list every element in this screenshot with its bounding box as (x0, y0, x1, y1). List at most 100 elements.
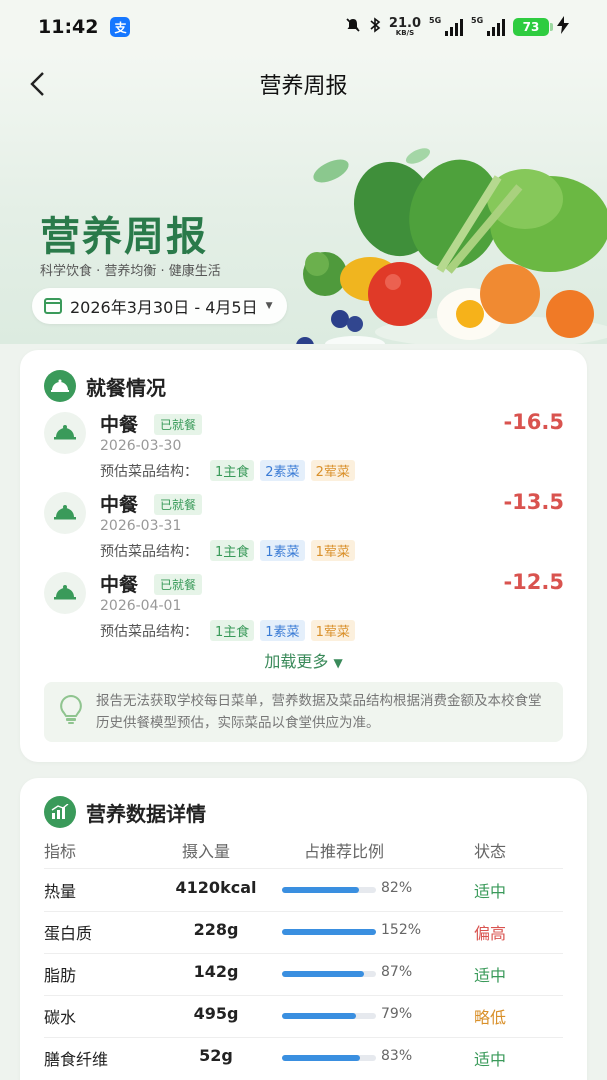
vegetable-tag: 2素菜 (260, 460, 305, 481)
lightbulb-icon (58, 694, 84, 733)
divider (44, 995, 563, 996)
header-ratio: 占推荐比例 (304, 842, 385, 861)
nutrition-card-header: 营养数据详情 (44, 796, 206, 828)
hero-title: 营养周报 (40, 214, 208, 260)
nutrient-intake: 142g (193, 962, 239, 981)
nutrient-name: 热量 (44, 882, 77, 901)
load-more-button[interactable]: 加载更多 ▼ (20, 648, 587, 672)
calendar-icon (44, 298, 62, 314)
meal-date: 2026-03-30 (100, 438, 182, 454)
mute-icon (345, 17, 361, 37)
ratio-progress-fill (282, 929, 376, 935)
ratio-progress-bar (282, 971, 376, 977)
ratio-progress-bar (282, 1013, 376, 1019)
meal-name: 中餐 (100, 494, 139, 516)
nutrient-intake: 4120kcal (175, 878, 257, 897)
nutrient-intake: 228g (193, 920, 239, 939)
table-row: 热量 4120kcal 82% 适中 (44, 878, 563, 920)
vegetables-illustration (296, 159, 607, 344)
caret-down-icon: ▼ (333, 656, 343, 670)
meals-card-header: 就餐情况 (44, 370, 166, 402)
notice-text: 报告无法获取学校每日菜单，营养数据及菜品结构根据消费金额及本校食堂历史供餐模型预… (96, 693, 542, 731)
meal-item[interactable]: 中餐 已就餐 2026-04-01 预估菜品结构： 1主食 1素菜 1荤菜 -1… (44, 570, 564, 652)
nutrient-intake: 52g (199, 1046, 233, 1065)
structure-label: 预估菜品结构： (100, 623, 198, 640)
staple-tag: 1主食 (210, 540, 255, 561)
hero-subtitle: 科学饮食 · 营养均衡 · 健康生活 (40, 264, 221, 279)
ratio-progress-fill (282, 1055, 361, 1061)
chevron-down-icon: ▼ (265, 301, 273, 311)
divider (44, 1037, 563, 1038)
meal-date: 2026-04-01 (100, 598, 182, 614)
staple-tag: 1主食 (210, 620, 255, 641)
nutrient-status: 适中 (474, 882, 507, 901)
nutrient-status: 适中 (474, 1050, 507, 1069)
table-row: 脂肪 142g 87% 适中 (44, 962, 563, 1004)
ratio-percent: 79% (381, 1006, 413, 1022)
meal-cloche-icon (44, 572, 86, 614)
ratio-percent: 87% (381, 964, 413, 980)
nutrition-card-title: 营养数据详情 (86, 801, 206, 826)
meal-cloche-icon (44, 492, 86, 534)
table-row: 膳食纤维 52g 83% 适中 (44, 1046, 563, 1080)
bluetooth-icon (369, 17, 381, 37)
nutrient-status: 略低 (474, 1008, 507, 1027)
table-row: 蛋白质 228g 152% 偏高 (44, 920, 563, 962)
vegetable-tag: 1素菜 (260, 620, 305, 641)
meal-status-badge: 已就餐 (154, 494, 203, 515)
divider (44, 868, 563, 869)
ratio-percent: 82% (381, 880, 413, 896)
ratio-percent: 83% (381, 1048, 413, 1064)
staple-tag: 1主食 (210, 460, 255, 481)
meat-tag: 1荤菜 (310, 620, 355, 641)
signal-icon: 5G (429, 16, 463, 36)
meal-item[interactable]: 中餐 已就餐 2026-03-30 预估菜品结构： 1主食 2素菜 2荤菜 -1… (44, 410, 564, 492)
meal-structure: 预估菜品结构： 1主食 2素菜 2荤菜 (100, 460, 355, 481)
date-range-text: 2026年3月30日 - 4月5日 (70, 298, 258, 317)
ratio-percent: 152% (381, 922, 422, 938)
meal-item[interactable]: 中餐 已就餐 2026-03-31 预估菜品结构： 1主食 1素菜 1荤菜 -1… (44, 490, 564, 572)
meals-card: 就餐情况 中餐 已就餐 2026-03-30 预估菜品结构： 1主食 2素菜 2… (20, 350, 587, 762)
meal-name: 中餐 (100, 574, 139, 596)
table-row: 碳水 495g 79% 略低 (44, 1004, 563, 1046)
date-range-selector[interactable]: 2026年3月30日 - 4月5日 ▼ (32, 288, 287, 324)
nutrition-table-header: 指标 摄入量 占推荐比例 状态 (44, 838, 563, 868)
nutrition-card: 营养数据详情 指标 摄入量 占推荐比例 状态 热量 4120kcal 82% 适中 蛋白… (20, 778, 587, 1080)
charging-icon (557, 15, 569, 39)
meal-amount: -16.5 (503, 410, 564, 434)
header-status: 状态 (474, 842, 507, 861)
ratio-progress-bar (282, 929, 376, 935)
bar-chart-icon (44, 796, 76, 828)
meal-structure: 预估菜品结构： 1主食 1素菜 1荤菜 (100, 620, 355, 641)
nutrient-name: 碳水 (44, 1008, 77, 1027)
page-title: 营养周报 (259, 74, 348, 99)
ratio-progress-bar (282, 1055, 376, 1061)
header-indicator: 指标 (44, 842, 77, 861)
status-bar: 11:42 支 21.0 KB/S 5G 5G 73 (0, 0, 607, 54)
ratio-progress-fill (282, 971, 364, 977)
nutrient-status: 适中 (474, 966, 507, 985)
ratio-progress-fill (282, 1013, 357, 1019)
structure-label: 预估菜品结构： (100, 463, 198, 480)
ratio-progress-fill (282, 887, 360, 893)
signal-icon-2: 5G (471, 16, 505, 36)
battery-icon: 73 (513, 18, 553, 36)
meal-date: 2026-03-31 (100, 518, 182, 534)
hero-banner: 营养周报 营养周报 科学饮食 · 营养均衡 · 健康生活 2026年3月30日 … (0, 54, 607, 344)
load-more-label: 加载更多 (264, 652, 329, 671)
meat-tag: 2荤菜 (310, 460, 355, 481)
meal-amount: -13.5 (503, 490, 564, 514)
divider (44, 911, 563, 912)
nutrient-status: 偏高 (474, 924, 507, 943)
vegetable-tag: 1素菜 (260, 540, 305, 561)
nutrient-intake: 495g (193, 1004, 239, 1023)
status-time: 11:42 (38, 16, 99, 38)
meal-structure: 预估菜品结构： 1主食 1素菜 1荤菜 (100, 540, 355, 561)
estimate-notice: 报告无法获取学校每日菜单，营养数据及菜品结构根据消费金额及本校食堂历史供餐模型预… (44, 682, 563, 742)
meals-card-title: 就餐情况 (86, 375, 166, 400)
meal-name: 中餐 (100, 414, 139, 436)
meal-status-badge: 已就餐 (154, 414, 203, 435)
meal-cloche-icon (44, 370, 76, 402)
structure-label: 预估菜品结构： (100, 543, 198, 560)
nutrient-name: 蛋白质 (44, 924, 93, 943)
